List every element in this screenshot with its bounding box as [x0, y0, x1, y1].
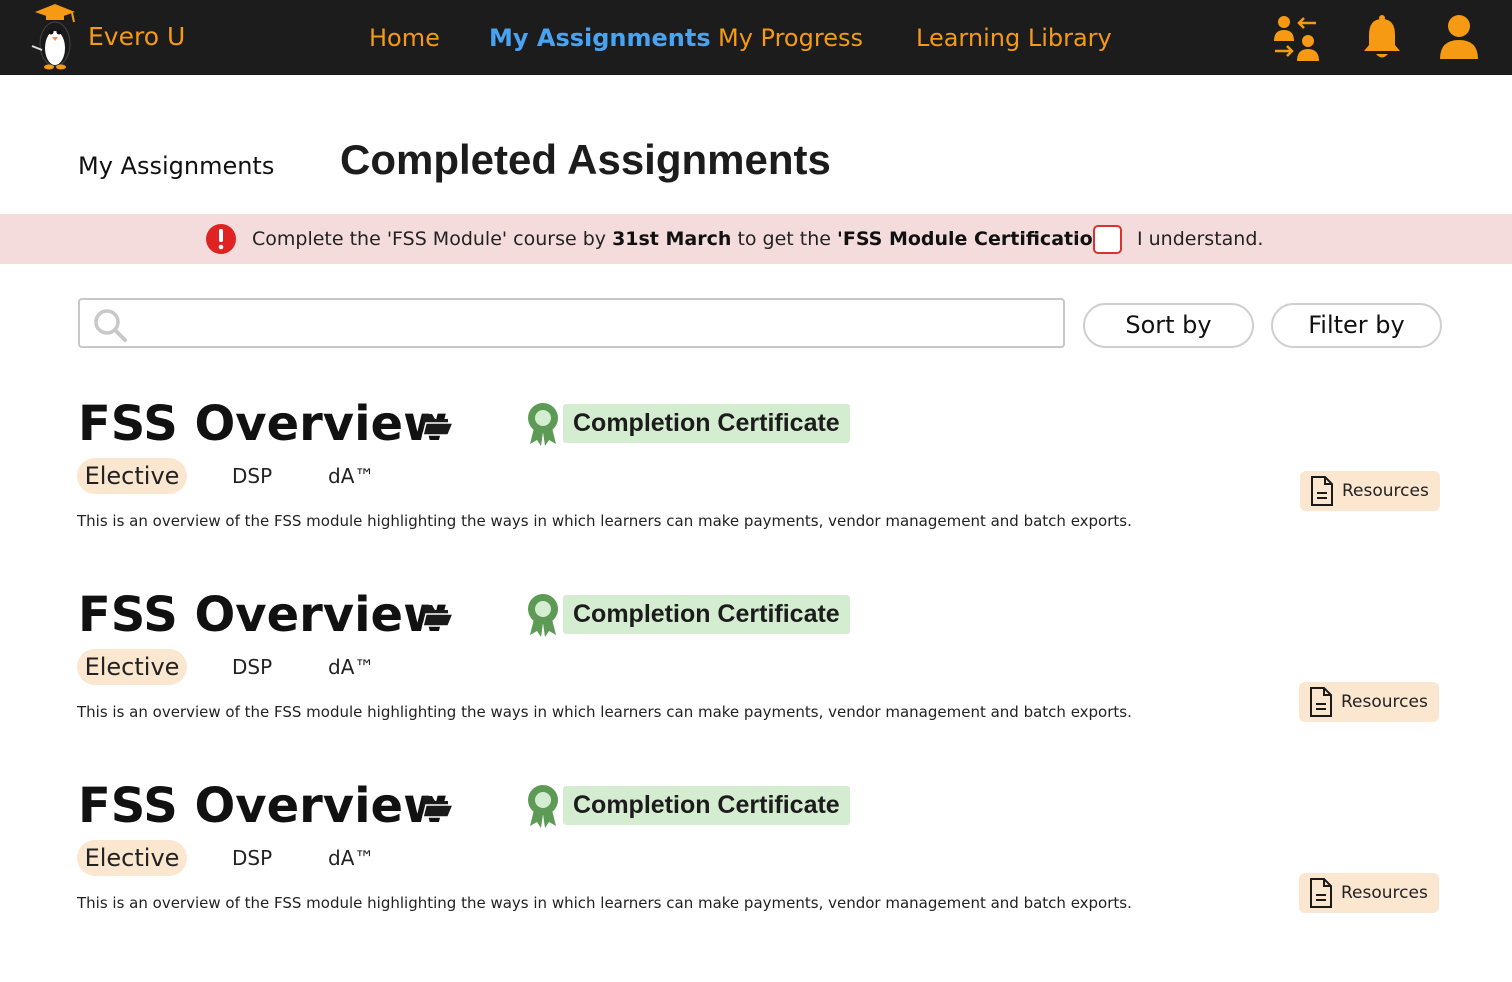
search-icon — [94, 309, 127, 342]
alert-icon — [206, 224, 236, 254]
nav-my-assignments[interactable]: My Assignments — [489, 24, 711, 52]
award-ribbon-icon — [528, 594, 558, 637]
document-icon — [1310, 687, 1332, 717]
assignment-title[interactable]: FSS Overview — [78, 396, 447, 452]
tag-dsp: DSP — [232, 655, 273, 679]
tag-dsp: DSP — [232, 846, 273, 870]
alert-text-prefix: Complete the 'FSS Module' course by — [252, 228, 613, 250]
tag-elective: Elective — [77, 649, 187, 685]
document-icon — [1311, 476, 1333, 506]
assignment-card: FSS Overview Completion Certificate Elec… — [0, 587, 1512, 737]
tag-da: dA™ — [328, 464, 375, 488]
completion-certificate-badge[interactable]: Completion Certificate — [563, 786, 850, 825]
filter-by-button[interactable]: Filter by — [1271, 303, 1442, 348]
alert-message: Complete the 'FSS Module' course by 31st… — [252, 228, 1119, 250]
brand-name[interactable]: Evero U — [88, 22, 185, 51]
alert-text-middle: to get the — [731, 228, 838, 250]
resources-button[interactable]: Resources — [1299, 682, 1439, 722]
alert-banner: Complete the 'FSS Module' course by 31st… — [0, 214, 1512, 264]
folder-open-icon[interactable] — [422, 792, 454, 820]
top-nav-bar: Evero U Home My Assignments My Progress … — [0, 0, 1512, 75]
alert-certification: 'FSS Module Certification'. — [837, 228, 1120, 250]
folder-open-icon[interactable] — [422, 410, 454, 438]
tag-da: dA™ — [328, 655, 375, 679]
alert-deadline: 31st March — [612, 228, 732, 250]
assignment-title[interactable]: FSS Overview — [78, 587, 447, 643]
nav-home[interactable]: Home — [369, 24, 440, 52]
penguin-logo-icon[interactable] — [30, 2, 80, 72]
sort-by-button[interactable]: Sort by — [1083, 303, 1254, 348]
resources-button[interactable]: Resources — [1300, 471, 1440, 511]
nav-learning-library[interactable]: Learning Library — [916, 24, 1112, 52]
assignment-card: FSS Overview Completion Certificate Elec… — [0, 778, 1512, 928]
document-icon — [1310, 878, 1332, 908]
search-input[interactable] — [136, 308, 1036, 338]
resources-label: Resources — [1342, 481, 1429, 501]
assignment-description: This is an overview of the FSS module hi… — [77, 894, 1132, 912]
assignment-description: This is an overview of the FSS module hi… — [77, 512, 1132, 530]
resources-label: Resources — [1341, 692, 1428, 712]
page-title: Completed Assignments — [340, 136, 831, 183]
user-icon[interactable] — [1438, 13, 1480, 61]
switch-user-icon[interactable] — [1272, 13, 1322, 63]
acknowledge-label[interactable]: I understand. — [1137, 228, 1263, 250]
award-ribbon-icon — [528, 785, 558, 828]
tag-dsp: DSP — [232, 464, 273, 488]
assignment-title[interactable]: FSS Overview — [78, 778, 447, 834]
completion-certificate-badge[interactable]: Completion Certificate — [563, 404, 850, 443]
completion-certificate-badge[interactable]: Completion Certificate — [563, 595, 850, 634]
assignment-description: This is an overview of the FSS module hi… — [77, 703, 1132, 721]
acknowledge-checkbox[interactable] — [1093, 225, 1122, 254]
breadcrumb-my-assignments[interactable]: My Assignments — [78, 152, 274, 180]
tag-elective: Elective — [77, 458, 187, 494]
search-box[interactable] — [78, 298, 1065, 348]
tag-elective: Elective — [77, 840, 187, 876]
award-ribbon-icon — [528, 403, 558, 446]
assignment-card: FSS Overview Completion Certificate Elec… — [0, 396, 1512, 546]
folder-open-icon[interactable] — [422, 601, 454, 629]
bell-icon[interactable] — [1362, 13, 1402, 61]
resources-label: Resources — [1341, 883, 1428, 903]
resources-button[interactable]: Resources — [1299, 873, 1439, 913]
tag-da: dA™ — [328, 846, 375, 870]
nav-my-progress[interactable]: My Progress — [718, 24, 863, 52]
